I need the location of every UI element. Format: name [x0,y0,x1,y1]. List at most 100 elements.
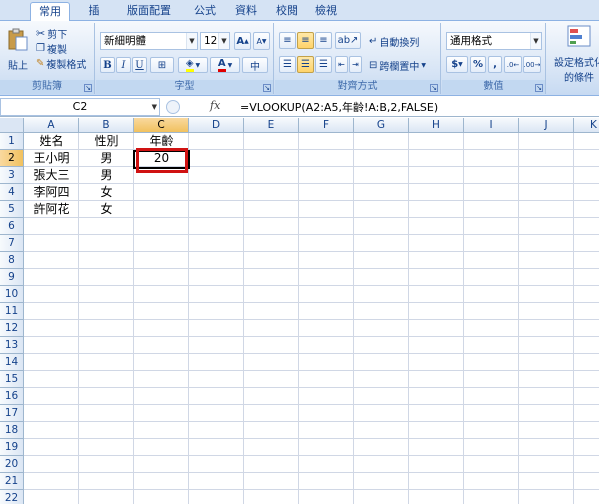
grow-font-button[interactable]: A ▲ [234,32,251,50]
italic-button[interactable]: I [116,57,131,73]
align-top-button[interactable]: ≡ [279,32,296,49]
conditional-formatting-button[interactable]: 設定格式化 的條件 [549,25,599,84]
clipboard-dialog-launcher[interactable]: ↘ [84,84,92,92]
merge-center-button[interactable]: ⊟ 跨欄置中 ▼ [369,58,426,73]
decrease-indent-button[interactable]: ⇤ [335,56,348,73]
fill-color-button[interactable]: ◈ ▼ [178,57,208,73]
row-header-9[interactable]: 9 [0,269,24,286]
row-header-21[interactable]: 21 [0,473,24,490]
cell-b5[interactable]: 女 [79,201,134,218]
align-middle-button[interactable]: ≡ [297,32,314,49]
row-header-15[interactable]: 15 [0,371,24,388]
column-header-h[interactable]: H [409,118,464,133]
number-dialog-launcher[interactable]: ↘ [535,84,543,92]
row-header-13[interactable]: 13 [0,337,24,354]
align-bottom-button[interactable]: ≡ [315,32,332,49]
tab-home[interactable]: 常用 [30,2,70,22]
align-left-button[interactable]: ☰ [279,56,296,73]
cell-a1[interactable]: 姓名 [24,133,79,150]
column-header-j[interactable]: J [519,118,574,133]
row-header-11[interactable]: 11 [0,303,24,320]
underline-button[interactable]: U [132,57,147,73]
increase-decimal-button[interactable]: .0← [504,56,522,73]
chevron-down-icon: ▼ [195,61,201,69]
worksheet-grid[interactable]: ABCDEFGHIJK 1 2 3 4 5 6 7 8 9 10 11 12 13 14 15 16 17 18 1… [0,118,599,504]
cell-a3[interactable]: 張大三 [24,167,79,184]
paste-button[interactable]: 貼上 [4,25,32,75]
tab-data[interactable]: 資料 [226,2,266,21]
column-header-c[interactable]: C [134,118,189,133]
cell-a5[interactable]: 許阿花 [24,201,79,218]
row-header-16[interactable]: 16 [0,388,24,405]
column-header-f[interactable]: F [299,118,354,133]
row-header-14[interactable]: 14 [0,354,24,371]
tab-insert[interactable]: 插入 [78,2,110,35]
row-header-20[interactable]: 20 [0,456,24,473]
column-gridline [463,133,464,504]
cut-button[interactable]: ✂ 剪下 [36,26,67,41]
cell-a4[interactable]: 李阿四 [24,184,79,201]
cell-b2[interactable]: 男 [79,150,134,167]
row-header-18[interactable]: 18 [0,422,24,439]
font-size-select[interactable]: 12 ▼ [200,32,230,50]
select-all-button[interactable] [0,118,24,133]
row-header-10[interactable]: 10 [0,286,24,303]
paint-bucket-icon: ◈ [185,58,194,72]
insert-function-icon[interactable]: fx [210,99,220,112]
column-header-k[interactable]: K [574,118,599,133]
cell-b3[interactable]: 男 [79,167,134,184]
cell-b4[interactable]: 女 [79,184,134,201]
comma-button[interactable]: , [488,56,502,73]
tab-formulas[interactable]: 公式 [186,2,224,21]
column-header-a[interactable]: A [24,118,79,133]
name-box[interactable]: C2 ▼ [0,98,160,116]
row-header-7[interactable]: 7 [0,235,24,252]
phonetic-button[interactable]: 中 [242,57,268,73]
bold-button[interactable]: B [100,57,115,73]
number-format-select[interactable]: 通用格式 ▼ [446,32,542,50]
row-header-1[interactable]: 1 [0,133,24,150]
copy-button[interactable]: ❐ 複製 [36,41,67,56]
row-header-22[interactable]: 22 [0,490,24,504]
alignment-dialog-launcher[interactable]: ↘ [430,84,438,92]
cell-a2[interactable]: 王小明 [24,150,79,167]
row-header-12[interactable]: 12 [0,320,24,337]
row-header-5[interactable]: 5 [0,201,24,218]
cell-b1[interactable]: 性別 [79,133,134,150]
border-button[interactable]: ⊞ [150,57,174,73]
align-right-button[interactable]: ☰ [315,56,332,73]
formula-bar-divider-handle[interactable] [166,100,180,114]
row-header-19[interactable]: 19 [0,439,24,456]
font-color-button[interactable]: A ▼ [210,57,240,73]
row-header-3[interactable]: 3 [0,167,24,184]
align-top-icon: ≡ [283,35,292,46]
column-header-d[interactable]: D [189,118,244,133]
row-header-17[interactable]: 17 [0,405,24,422]
excel-window: 常用 插入 版面配置 公式 資料 校閱 檢視 貼上 ✂ 剪下 ❐ 複製 [0,0,599,504]
column-header-e[interactable]: E [244,118,299,133]
font-dialog-launcher[interactable]: ↘ [263,84,271,92]
percent-button[interactable]: % [470,56,486,73]
align-center-button[interactable]: ☰ [297,56,314,73]
decrease-decimal-button[interactable]: .00→ [523,56,541,73]
wrap-text-button[interactable]: ↵ 自動換列 [369,34,419,49]
tab-page-layout[interactable]: 版面配置 [118,2,180,21]
row-header-4[interactable]: 4 [0,184,24,201]
increase-indent-button[interactable]: ⇥ [349,56,362,73]
row-header-2[interactable]: 2 [0,150,24,167]
conditional-formatting-label: 設定格式化 [554,58,599,69]
column-header-i[interactable]: I [464,118,519,133]
shrink-font-button[interactable]: A ▼ [253,32,270,50]
formula-input[interactable]: =VLOOKUP(A2:A5,年齡!A:B,2,FALSE) [240,99,438,115]
format-painter-button[interactable]: ✎ 複製格式 [36,56,86,71]
row-header-6[interactable]: 6 [0,218,24,235]
font-name-select[interactable]: 新細明體 ▼ [100,32,198,50]
tab-view[interactable]: 檢視 [307,2,345,21]
column-header-b[interactable]: B [79,118,134,133]
column-header-g[interactable]: G [354,118,409,133]
tab-review[interactable]: 校閱 [268,2,306,21]
row-header-8[interactable]: 8 [0,252,24,269]
currency-button[interactable]: $ ▼ [446,56,468,73]
orientation-button[interactable]: ab↗ [335,32,361,49]
formula-bar: C2 ▼ fx =VLOOKUP(A2:A5,年齡!A:B,2,FALSE) [0,97,599,117]
